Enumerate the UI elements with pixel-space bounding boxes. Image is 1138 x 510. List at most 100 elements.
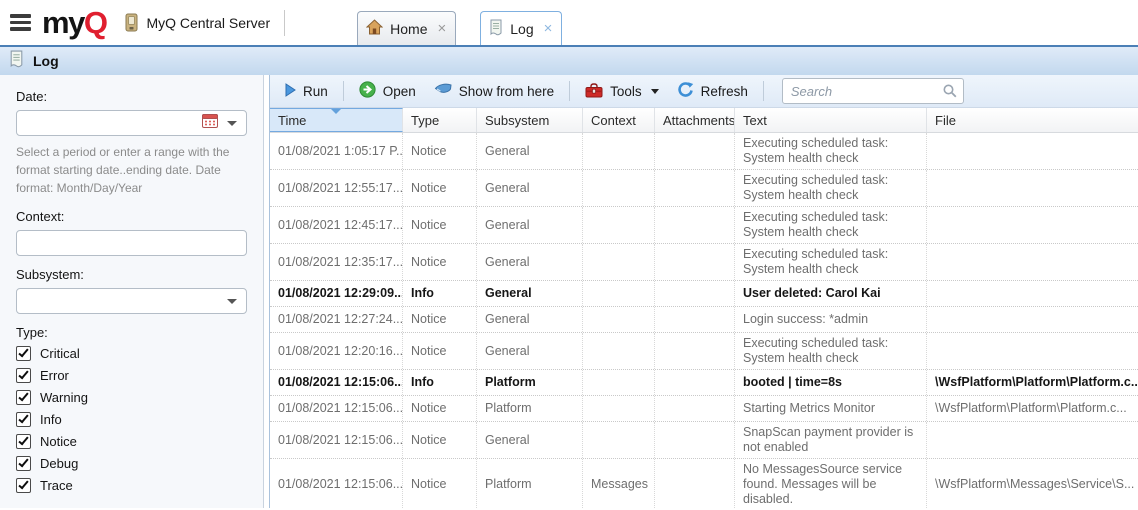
cell-context xyxy=(583,307,655,332)
checkbox-icon[interactable] xyxy=(16,412,31,427)
cell-time: 01/08/2021 12:15:06... xyxy=(270,459,403,508)
checkbox-icon[interactable] xyxy=(16,368,31,383)
cell-attachments xyxy=(655,133,735,169)
chevron-down-icon[interactable] xyxy=(227,299,237,304)
open-button[interactable]: Open xyxy=(352,78,423,104)
date-input[interactable] xyxy=(17,111,202,135)
column-header-context[interactable]: Context xyxy=(583,108,655,132)
cell-attachments xyxy=(655,422,735,458)
checkbox-debug[interactable]: Debug xyxy=(16,456,247,471)
cell-time: 01/08/2021 12:15:06... xyxy=(270,370,403,395)
cell-time: 01/08/2021 1:05:17 P... xyxy=(270,133,403,169)
chevron-down-icon[interactable] xyxy=(227,121,237,126)
content: Date: Select a period or enter a range w… xyxy=(0,75,1138,508)
cell-time: 01/08/2021 12:27:24... xyxy=(270,307,403,332)
column-header-file[interactable]: File xyxy=(927,108,1138,132)
date-label: Date: xyxy=(16,89,247,104)
cell-subsystem: Platform xyxy=(477,396,583,421)
log-row[interactable]: 01/08/2021 1:05:17 P...NoticeGeneralExec… xyxy=(270,133,1138,170)
checkbox-warning[interactable]: Warning xyxy=(16,390,247,405)
log-row[interactable]: 01/08/2021 12:15:06...InfoPlatformbooted… xyxy=(270,370,1138,396)
column-header-type[interactable]: Type xyxy=(403,108,477,132)
cell-text: No MessagesSource service found. Message… xyxy=(735,459,927,508)
log-icon xyxy=(489,19,503,39)
checkbox-trace[interactable]: Trace xyxy=(16,478,247,493)
column-header-time[interactable]: Time xyxy=(270,108,403,132)
log-row[interactable]: 01/08/2021 12:29:09...InfoGeneralUser de… xyxy=(270,281,1138,307)
checkbox-notice[interactable]: Notice xyxy=(16,434,247,449)
log-icon xyxy=(9,50,24,73)
chevron-down-icon xyxy=(651,89,659,94)
cell-context xyxy=(583,422,655,458)
server-label: MyQ Central Server xyxy=(146,15,270,31)
cell-context xyxy=(583,170,655,206)
cell-type: Notice xyxy=(403,333,477,369)
checkbox-icon[interactable] xyxy=(16,346,31,361)
toolbox-icon xyxy=(585,82,603,101)
date-help-text: Select a period or enter a range with th… xyxy=(16,143,247,197)
checkbox-icon[interactable] xyxy=(16,390,31,405)
cell-attachments xyxy=(655,281,735,306)
log-row[interactable]: 01/08/2021 12:20:16...NoticeGeneralExecu… xyxy=(270,333,1138,370)
calendar-icon[interactable] xyxy=(202,113,218,133)
cell-text: Executing scheduled task: System health … xyxy=(735,333,927,369)
cell-file xyxy=(927,422,1138,458)
cell-subsystem: Platform xyxy=(477,370,583,395)
cell-type: Info xyxy=(403,281,477,306)
run-icon xyxy=(285,83,296,100)
hamburger-menu-icon[interactable] xyxy=(10,14,34,31)
cell-subsystem: General xyxy=(477,307,583,332)
cell-file xyxy=(927,307,1138,332)
subsystem-input[interactable] xyxy=(17,289,227,313)
refresh-button[interactable]: Refresh xyxy=(670,78,755,104)
log-row[interactable]: 01/08/2021 12:15:06...NoticePlatformStar… xyxy=(270,396,1138,422)
show-from-here-button[interactable]: Show from here xyxy=(427,80,561,102)
cell-context xyxy=(583,133,655,169)
column-header-text[interactable]: Text xyxy=(735,108,927,132)
close-icon[interactable]: × xyxy=(544,21,553,36)
checkbox-icon[interactable] xyxy=(16,456,31,471)
log-row[interactable]: 01/08/2021 12:45:17...NoticeGeneralExecu… xyxy=(270,207,1138,244)
close-icon[interactable]: × xyxy=(438,21,447,36)
checkbox-info[interactable]: Info xyxy=(16,412,247,427)
cell-file xyxy=(927,244,1138,280)
search-input[interactable] xyxy=(782,78,964,104)
log-row[interactable]: 01/08/2021 12:15:06...NoticePlatformMess… xyxy=(270,459,1138,508)
context-field[interactable] xyxy=(16,230,247,256)
run-button[interactable]: Run xyxy=(278,80,335,103)
cell-file xyxy=(927,207,1138,243)
cell-text: Executing scheduled task: System health … xyxy=(735,170,927,206)
cell-attachments xyxy=(655,333,735,369)
tab-label: Log xyxy=(510,21,533,37)
pointer-flag-icon xyxy=(434,83,452,99)
tab-label: Home xyxy=(390,21,427,37)
context-input[interactable] xyxy=(17,231,246,255)
log-search xyxy=(782,78,964,104)
column-header-attachments[interactable]: Attachments xyxy=(655,108,735,132)
subsystem-label: Subsystem: xyxy=(16,267,247,282)
cell-context xyxy=(583,333,655,369)
column-header-subsystem[interactable]: Subsystem xyxy=(477,108,583,132)
log-row[interactable]: 01/08/2021 12:35:17...NoticeGeneralExecu… xyxy=(270,244,1138,281)
subsystem-select[interactable] xyxy=(16,288,247,314)
cell-time: 01/08/2021 12:15:06... xyxy=(270,396,403,421)
tab-log[interactable]: Log × xyxy=(480,11,562,45)
cell-type: Notice xyxy=(403,244,477,280)
date-field[interactable] xyxy=(16,110,247,136)
tab-home[interactable]: Home × xyxy=(357,11,456,45)
refresh-icon xyxy=(677,81,694,101)
log-row[interactable]: 01/08/2021 12:15:06...NoticeGeneralSnapS… xyxy=(270,422,1138,459)
checkbox-critical[interactable]: Critical xyxy=(16,346,247,361)
log-row[interactable]: 01/08/2021 12:27:24...NoticeGeneralLogin… xyxy=(270,307,1138,333)
checkbox-icon[interactable] xyxy=(16,478,31,493)
checkbox-icon[interactable] xyxy=(16,434,31,449)
myq-logo: myQ xyxy=(42,7,106,38)
sort-desc-icon xyxy=(331,109,341,114)
cell-context xyxy=(583,244,655,280)
tools-button[interactable]: Tools xyxy=(578,79,666,104)
log-row[interactable]: 01/08/2021 12:55:17...NoticeGeneralExecu… xyxy=(270,170,1138,207)
cell-attachments xyxy=(655,396,735,421)
tab-bar: Home × Log × xyxy=(357,11,562,45)
checkbox-error[interactable]: Error xyxy=(16,368,247,383)
type-label: Type: xyxy=(16,325,247,340)
